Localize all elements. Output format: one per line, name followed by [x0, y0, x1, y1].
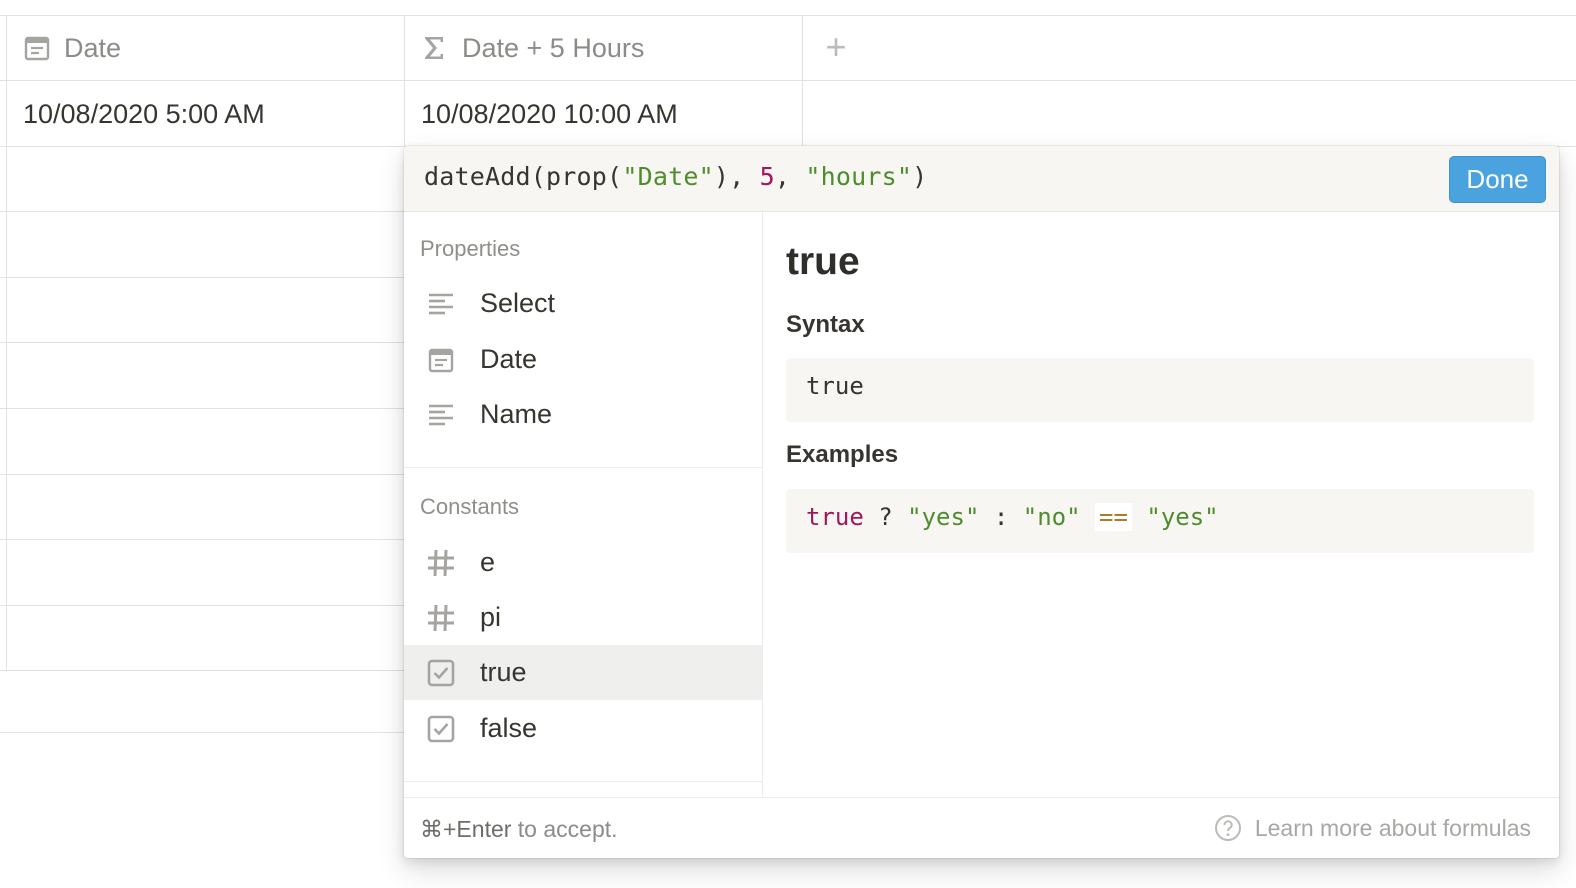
table-top-border — [0, 15, 1576, 16]
code-string-token: "yes" — [1146, 503, 1219, 531]
code-operator-token: == — [1095, 503, 1132, 531]
checkbox-icon — [426, 658, 456, 688]
list-item-property-date[interactable]: Date — [404, 332, 762, 387]
shortcut-key: ⌘+Enter — [420, 816, 512, 842]
example-code-block: true ? "yes" : "no" == "yes" — [786, 489, 1534, 553]
formula-punct-token: ), — [713, 162, 760, 191]
formula-cell[interactable]: 10/08/2020 10:00 AM — [421, 82, 678, 146]
code-operator-token: : — [979, 503, 1023, 531]
header-bottom-border — [0, 80, 1576, 81]
row-border — [0, 539, 404, 540]
column-divider — [802, 16, 803, 146]
column-header-date-plus-5-hours[interactable]: Date + 5 Hours — [420, 16, 644, 80]
done-button[interactable]: Done — [1449, 156, 1546, 203]
help-circle-icon — [1214, 814, 1242, 842]
column-divider — [6, 16, 7, 671]
code-string-token: "yes" — [907, 503, 980, 531]
constants-section-title: Constants — [420, 494, 520, 519]
examples-heading: Examples — [786, 441, 899, 468]
list-item-label: Date — [480, 344, 538, 374]
list-item-label: Name — [480, 399, 553, 429]
documentation-panel: true Syntax true Examples true ? "yes" :… — [786, 212, 1536, 797]
popup-footer: ⌘+Enter to accept. Learn more about form… — [404, 797, 1559, 858]
calendar-icon — [22, 33, 52, 63]
formula-editor-popup: dateAdd(prop("Date"), 5, "hours") Done P… — [404, 146, 1559, 858]
formula-paren-token: ( — [530, 162, 547, 191]
formula-prop-token: prop — [546, 162, 608, 191]
add-column-button[interactable]: + — [820, 26, 852, 67]
column-header-date[interactable]: Date — [22, 16, 121, 80]
table-bottom-border — [0, 732, 404, 733]
formula-input[interactable]: dateAdd(prop("Date"), 5, "hours") — [424, 162, 927, 191]
formula-function-token: dateAdd — [424, 162, 531, 191]
formula-string-token: "hours" — [805, 162, 913, 191]
learn-more-label: Learn more about formulas — [1254, 814, 1531, 841]
formula-paren-token: ( — [607, 162, 623, 191]
row-border — [0, 474, 404, 475]
row-border — [0, 342, 404, 343]
sigma-icon — [420, 33, 450, 63]
code-operator-token: ? — [863, 503, 908, 531]
list-item-label: true — [480, 657, 527, 687]
list-item-constant-false[interactable]: false — [404, 701, 762, 756]
code-space-token — [1081, 503, 1095, 531]
calendar-icon — [426, 345, 456, 375]
text-lines-icon — [426, 400, 456, 430]
list-item-property-select[interactable]: Select — [404, 276, 762, 331]
section-divider — [404, 467, 762, 468]
row-border — [0, 605, 404, 606]
syntax-code: true — [806, 372, 864, 400]
doc-title: true — [786, 240, 860, 283]
row-border — [0, 277, 404, 278]
section-divider — [404, 781, 762, 782]
hash-icon — [426, 548, 456, 578]
hash-icon — [426, 603, 456, 633]
list-item-property-name[interactable]: Name — [404, 387, 762, 442]
code-space-token — [1132, 503, 1146, 531]
column-divider — [404, 16, 405, 146]
text-lines-icon — [426, 289, 456, 319]
list-item-label: pi — [480, 602, 502, 632]
accept-hint: ⌘+Enter to accept. — [420, 816, 618, 843]
row-border — [0, 211, 404, 212]
list-item-label: Select — [480, 288, 556, 318]
properties-section-title: Properties — [420, 236, 521, 261]
column-header-label: Date + 5 Hours — [462, 32, 645, 63]
date-cell[interactable]: 10/08/2020 5:00 AM — [23, 82, 265, 146]
shortcut-suffix: to accept. — [511, 816, 618, 842]
code-string-token: "no" — [1022, 503, 1081, 531]
formula-punct-token: , — [774, 162, 806, 191]
list-item-label: false — [480, 713, 538, 743]
learn-more-link[interactable]: Learn more about formulas — [1214, 814, 1531, 842]
list-item-constant-e[interactable]: e — [404, 535, 762, 590]
formula-number-token: 5 — [759, 162, 775, 191]
syntax-heading: Syntax — [786, 311, 865, 338]
formula-reference-list[interactable]: Properties Select Date Name Constants e … — [404, 212, 763, 797]
checkbox-icon — [426, 714, 456, 744]
formula-paren-token: ) — [912, 162, 928, 191]
code-keyword-token: true — [806, 503, 864, 531]
list-item-label: e — [480, 547, 496, 577]
syntax-code-block: true — [786, 358, 1534, 422]
row-border — [0, 408, 404, 409]
formula-editor[interactable]: dateAdd(prop("Date"), 5, "hours") Done — [404, 146, 1559, 212]
column-header-label: Date — [64, 32, 122, 63]
list-item-constant-pi[interactable]: pi — [404, 590, 762, 645]
row-border — [0, 670, 404, 671]
formula-string-token: "Date" — [622, 162, 714, 191]
list-item-constant-true[interactable]: true — [404, 645, 762, 700]
